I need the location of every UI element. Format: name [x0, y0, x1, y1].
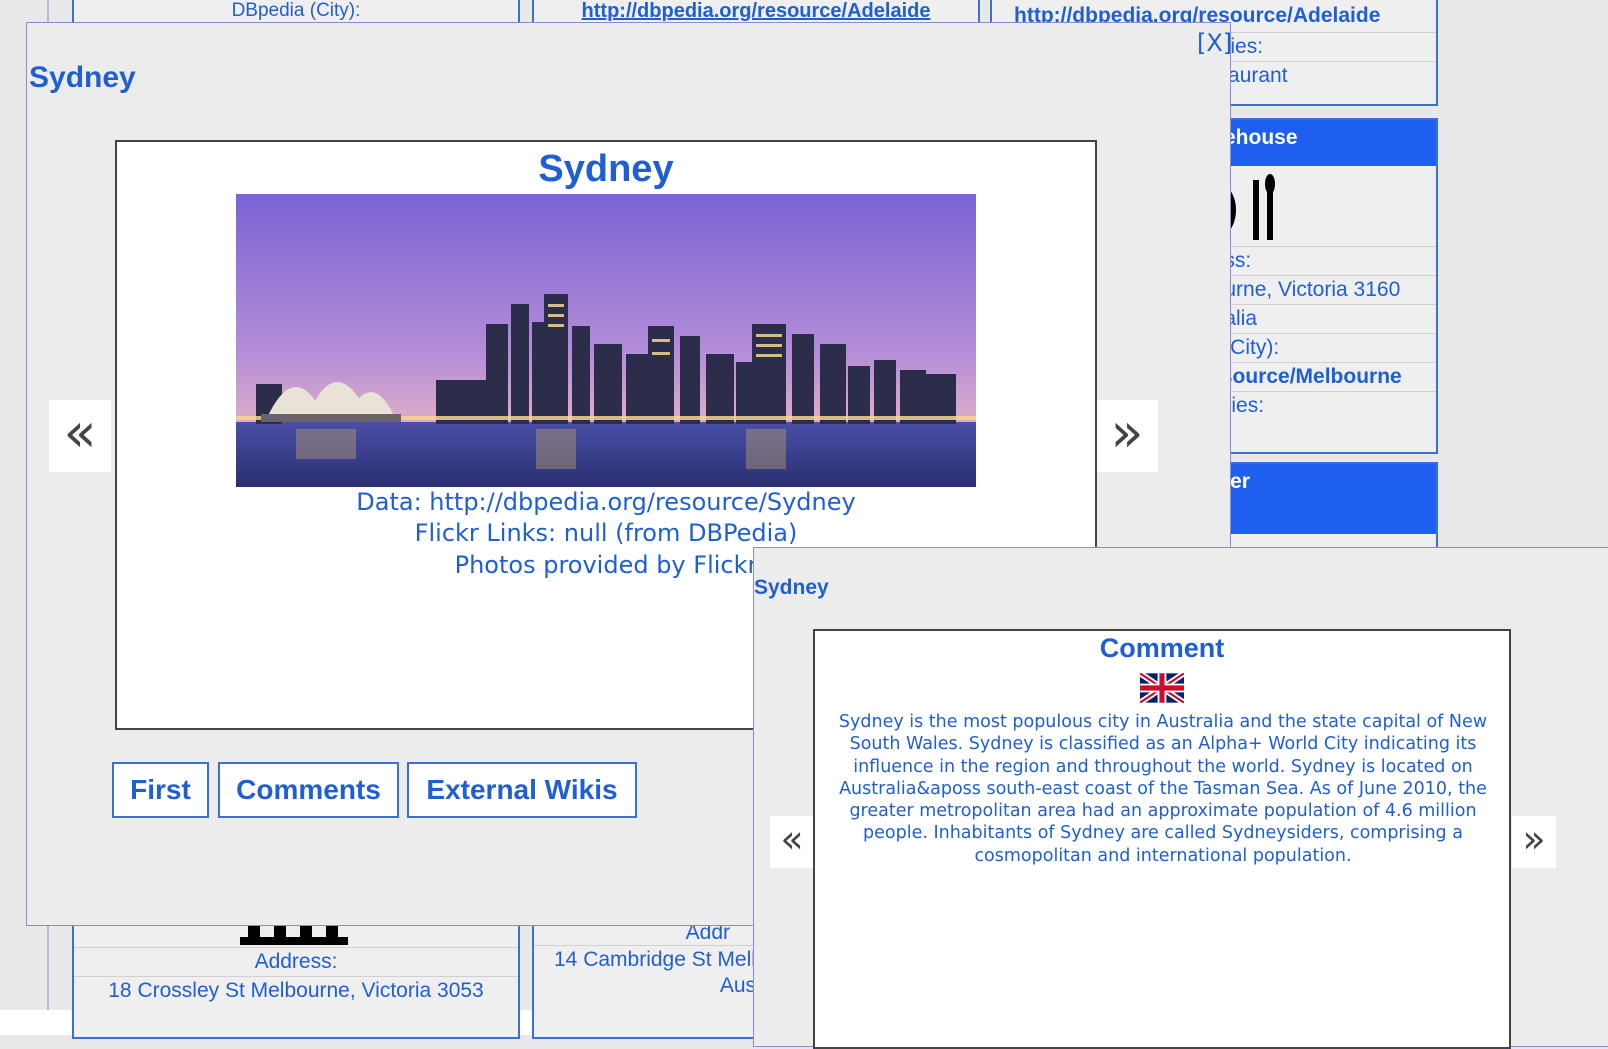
- comment-popup: Sydney « » Comment Sydney is the most po…: [753, 547, 1608, 1049]
- comment-popup-title: Sydney: [754, 576, 829, 599]
- tab-external-wikis[interactable]: External Wikis: [407, 762, 637, 818]
- prev-arrow-button[interactable]: «: [49, 400, 111, 472]
- uk-flag-icon[interactable]: [1138, 670, 1186, 706]
- next-arrow-button[interactable]: »: [1096, 400, 1158, 472]
- comment-prev-arrow-button[interactable]: «: [770, 816, 814, 868]
- tab-comments[interactable]: Comments: [218, 762, 399, 818]
- tab-first[interactable]: First: [112, 762, 209, 818]
- dbpedia-data-link[interactable]: Data: http://dbpedia.org/resource/Sydney: [117, 488, 1095, 516]
- flickr-links-text: Flickr Links: null (from DBPedia): [414, 519, 798, 547]
- panel-title: Sydney: [538, 148, 674, 190]
- bg-card-link[interactable]: http://dbpedia.org/resource/Adelaide: [534, 0, 978, 23]
- skyline-image: [236, 194, 976, 487]
- close-button[interactable]: [X]: [1197, 29, 1232, 57]
- comment-text: Sydney is the most populous city in Aust…: [838, 712, 1488, 866]
- comment-heading: Comment: [1099, 633, 1225, 663]
- popup-title: Sydney: [29, 61, 136, 94]
- comment-next-arrow-button[interactable]: »: [1512, 816, 1556, 868]
- sydney-skyline-photo: [236, 194, 976, 487]
- comment-panel: Comment Sydney is the most populous city…: [813, 629, 1511, 1049]
- bg-card-city-label: DBpedia (City):: [231, 0, 361, 21]
- bg-card-address-label: Address:: [74, 947, 518, 976]
- bg-card-address-value: 18 Crossley St Melbourne, Victoria 3053: [74, 976, 518, 1005]
